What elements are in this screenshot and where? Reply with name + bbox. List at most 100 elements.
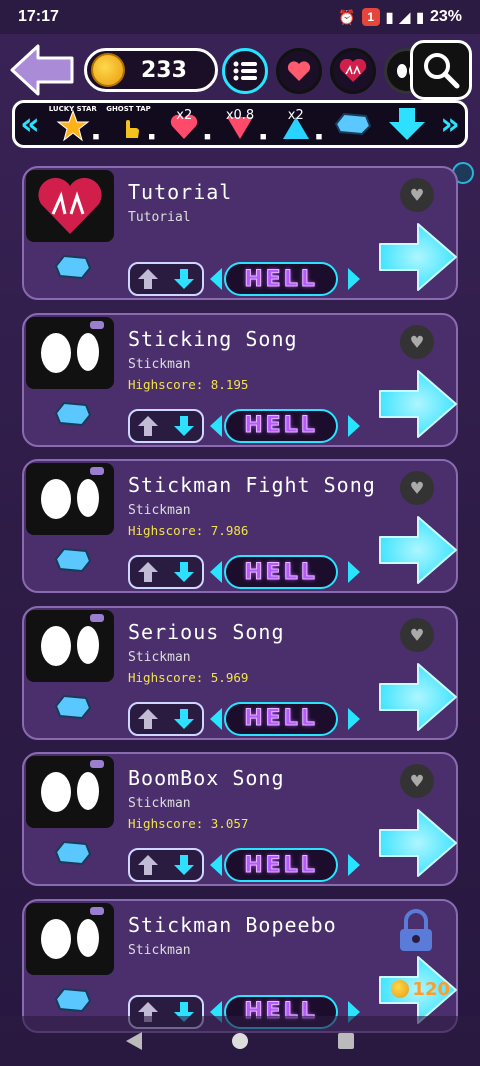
song-title: Tutorial	[128, 180, 233, 204]
modifier-character[interactable]	[324, 104, 380, 144]
song-card[interactable]: Serious Song Stickman Highscore: 5.969 ♥ HEL…	[22, 605, 458, 740]
list-button[interactable]	[222, 48, 268, 94]
modifier-health-x2[interactable]: x2 ■	[156, 104, 212, 144]
scroll-right-chevron-icon[interactable]: »	[435, 107, 465, 142]
arrow-down-icon	[174, 562, 194, 582]
song-title: Sticking Song	[128, 326, 298, 351]
play-arrow-icon[interactable]	[376, 511, 458, 589]
difficulty-prev-icon[interactable]	[210, 414, 222, 437]
note-direction-toggle[interactable]	[128, 848, 204, 882]
mod-logo-icon	[339, 59, 367, 82]
difficulty-next-icon[interactable]	[348, 414, 360, 437]
star-icon	[56, 109, 90, 142]
song-thumbnail	[26, 902, 114, 975]
android-nav-bar	[0, 1016, 480, 1066]
character-icon	[334, 112, 371, 136]
arrow-down-icon	[174, 708, 194, 729]
difficulty-prev-icon[interactable]	[210, 268, 222, 290]
difficulty-label: HELL	[224, 848, 338, 882]
song-thumbnail	[26, 756, 114, 828]
song-card[interactable]: Tutorial Tutorial ♥ HELL	[22, 166, 458, 300]
modifier-ghost-tap[interactable]: GHOST TAP ■	[101, 104, 157, 144]
favorite-heart-icon[interactable]: ♥	[400, 471, 434, 505]
difficulty-prev-icon[interactable]	[210, 561, 222, 583]
song-title: BoomBox Song	[128, 766, 285, 790]
status-time: 17:17	[18, 8, 59, 25]
difficulty-label: HELL	[224, 408, 338, 443]
modifiers-bar: « LUCKY STAR ■ GHOST TAP ■ x2 ■ x0.8 ■ x…	[12, 100, 468, 148]
top-bar: 233	[8, 40, 472, 100]
favorite-heart-icon[interactable]: ♥	[400, 324, 434, 359]
modifier-arrow[interactable]	[379, 104, 435, 144]
play-arrow-icon[interactable]	[376, 804, 458, 882]
play-arrow-icon[interactable]	[376, 218, 458, 296]
status-icons: ⏰ 1 ▮ ◢ ▮ 23%	[338, 8, 462, 26]
signal-icon: ◢	[399, 8, 411, 25]
list-icon	[233, 61, 257, 81]
play-arrow-icon[interactable]	[376, 365, 458, 443]
note-direction-toggle[interactable]	[128, 408, 204, 443]
difficulty-control: HELL	[128, 555, 360, 589]
song-artist: Stickman	[128, 649, 191, 665]
song-thumbnail	[26, 463, 114, 535]
character-icon	[54, 840, 92, 866]
price-tag: 120	[391, 979, 450, 1000]
nav-back-icon[interactable]	[126, 1032, 142, 1050]
character-icon	[54, 987, 92, 1012]
modifier-lucky-star[interactable]: LUCKY STAR ■	[45, 104, 101, 144]
modifier-value: x2	[176, 108, 193, 123]
difficulty-label: HELL	[224, 701, 338, 736]
song-card[interactable]: BoomBox Song Stickman Highscore: 3.057 ♥ HEL…	[22, 752, 458, 886]
difficulty-next-icon[interactable]	[348, 707, 360, 730]
arrow-up-icon	[138, 269, 158, 289]
song-price: 120	[412, 978, 450, 1000]
nav-recent-icon[interactable]	[338, 1033, 354, 1049]
arrow-down-icon	[389, 108, 426, 140]
difficulty-next-icon[interactable]	[348, 854, 360, 876]
song-artist: Stickman	[128, 942, 191, 958]
play-arrow-icon[interactable]	[376, 658, 458, 736]
song-artist: Tutorial	[128, 210, 191, 225]
modifier-speed-down[interactable]: x0.8 ■	[212, 104, 268, 144]
difficulty-next-icon[interactable]	[348, 268, 360, 290]
coin-counter: 233	[84, 48, 218, 92]
favorite-heart-icon[interactable]: ♥	[400, 617, 434, 652]
lock-icon	[400, 908, 432, 951]
arrow-down-icon	[174, 269, 194, 289]
favorites-button[interactable]	[276, 48, 322, 94]
scroll-left-chevron-icon[interactable]: «	[15, 107, 45, 142]
arrow-up-icon	[138, 855, 158, 875]
note-direction-toggle[interactable]	[128, 555, 204, 589]
difficulty-next-icon[interactable]	[348, 561, 360, 583]
difficulty-prev-icon[interactable]	[210, 854, 222, 876]
modifier-speed-up[interactable]: x2 ■	[268, 104, 324, 144]
mod-logo-button[interactable]	[330, 48, 376, 94]
search-icon	[424, 53, 460, 89]
note-direction-toggle[interactable]	[128, 262, 204, 296]
difficulty-prev-icon[interactable]	[210, 707, 222, 730]
hand-tap-icon	[125, 120, 139, 138]
modifier-label: LUCKY STAR	[48, 105, 97, 113]
modifier-value: x2	[287, 108, 304, 123]
coin-icon	[391, 980, 410, 998]
arrow-down-icon	[174, 415, 194, 436]
song-title: Stickman Fight Song	[128, 473, 376, 497]
song-thumbnail	[26, 170, 114, 242]
favorite-heart-icon[interactable]: ♥	[400, 764, 434, 798]
song-highscore: Highscore: 3.057	[128, 816, 249, 831]
difficulty-control: HELL	[128, 848, 360, 882]
note-direction-toggle[interactable]	[128, 701, 204, 736]
song-card[interactable]: Stickman Bopeebo Stickman 120 HELL	[22, 898, 458, 1033]
song-artist: Stickman	[128, 356, 191, 372]
difficulty-label: HELL	[224, 555, 338, 589]
back-arrow-icon[interactable]	[8, 42, 78, 98]
coin-icon	[91, 53, 125, 87]
song-card[interactable]: Stickman Fight Song Stickman Highscore: 7.…	[22, 459, 458, 593]
nav-home-icon[interactable]	[232, 1033, 248, 1049]
favorite-heart-icon[interactable]: ♥	[400, 178, 434, 212]
difficulty-label: HELL	[224, 262, 338, 296]
search-button[interactable]	[410, 40, 472, 100]
song-card[interactable]: Sticking Song Stickman Highscore: 8.195 ♥ HE…	[22, 312, 458, 447]
song-highscore: Highscore: 5.969	[128, 669, 249, 685]
song-artist: Stickman	[128, 503, 191, 518]
